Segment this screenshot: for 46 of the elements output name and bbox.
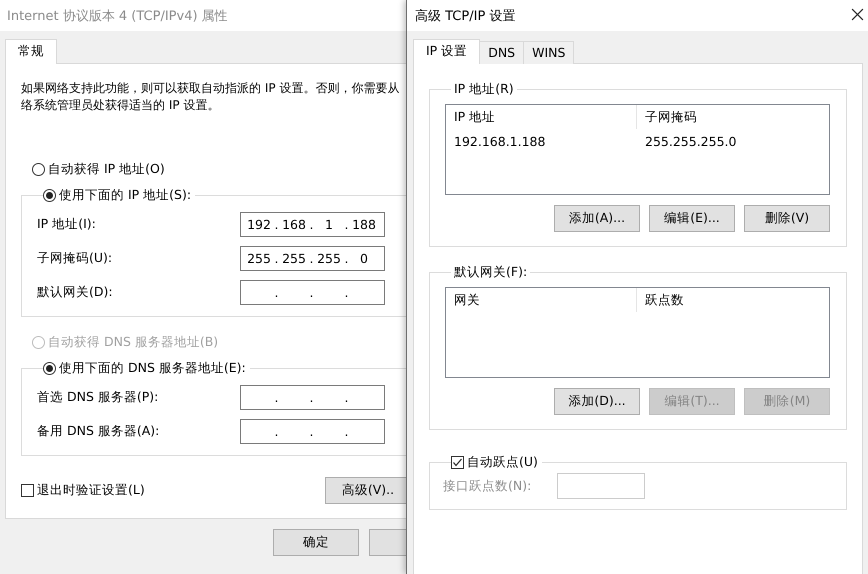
- radio-label: 使用下面的 DNS 服务器地址(E):: [59, 360, 246, 377]
- field-label: 接口跃点数(N):: [443, 478, 532, 494]
- ip-address-field[interactable]: 255 . 255 . 255 . 0: [240, 246, 385, 271]
- radio-button[interactable]: [43, 189, 56, 202]
- checkbox-label: 退出时验证设置(L): [37, 482, 145, 499]
- tab[interactable]: IP 设置: [413, 39, 480, 64]
- tab[interactable]: DNS: [479, 41, 524, 64]
- button[interactable]: 添加(A)...: [554, 205, 640, 232]
- ip-address-field[interactable]: . . .: [240, 385, 385, 410]
- list-view[interactable]: IP 地址 子网掩码 192.168.1.188 255.255.255.0: [445, 104, 830, 195]
- ok-button[interactable]: 确定: [273, 529, 359, 556]
- description-text: 如果网络支持此功能，则可以获取自动指派的 IP 设置。否则，你需要从 络系统管理员处获得适当的 IP 设置。: [21, 80, 400, 114]
- tab[interactable]: WINS: [523, 41, 574, 64]
- field-label: 首选 DNS 服务器(P):: [37, 389, 160, 406]
- field-label: 备用 DNS 服务器(A):: [37, 423, 160, 440]
- list-cell-text: 192.168.1.188: [453, 134, 546, 148]
- button[interactable]: 编辑(E)...: [649, 205, 735, 232]
- list-view[interactable]: 网关 跃点数: [445, 287, 830, 378]
- checkbox-label: 自动跃点(U): [467, 454, 538, 471]
- group-title: IP 地址(R): [453, 81, 515, 98]
- ip-address-field[interactable]: 192 . 168 . 1 . 188: [240, 212, 385, 237]
- checkbox[interactable]: [21, 484, 34, 497]
- radio-button[interactable]: [43, 362, 56, 375]
- radio-button[interactable]: [32, 163, 45, 176]
- column-header[interactable]: 网关: [446, 288, 637, 312]
- close-icon[interactable]: [851, 8, 864, 21]
- checkbox[interactable]: [451, 456, 464, 469]
- radio-label: 自动获得 DNS 服务器地址(B): [48, 334, 218, 351]
- radio-label: 使用下面的 IP 地址(S):: [59, 187, 192, 204]
- column-header[interactable]: IP 地址: [446, 105, 637, 129]
- ip-address-field[interactable]: . . .: [240, 419, 385, 444]
- advanced-button[interactable]: 高级(V)..: [325, 477, 407, 504]
- field-label: IP 地址(I):: [37, 216, 97, 233]
- field-label: 子网掩码(U):: [37, 250, 114, 267]
- tab[interactable]: 常规: [5, 39, 57, 64]
- list-cell-text: 255.255.255.0: [644, 134, 738, 148]
- column-header[interactable]: 跃点数: [637, 288, 828, 312]
- group-title: 默认网关(F):: [453, 264, 528, 281]
- radio-label: 自动获得 IP 地址(O): [48, 161, 165, 178]
- window-title: 高级 TCP/IP 设置: [415, 8, 516, 24]
- column-header[interactable]: 子网掩码: [637, 105, 828, 129]
- button[interactable]: 添加(D)...: [554, 388, 640, 415]
- field-label: 默认网关(D):: [37, 284, 114, 301]
- window-title: Internet 协议版本 4 (TCP/IPv4) 属性: [7, 8, 228, 24]
- button[interactable]: 删除(V): [744, 205, 830, 232]
- ip-address-field[interactable]: . . .: [240, 280, 385, 305]
